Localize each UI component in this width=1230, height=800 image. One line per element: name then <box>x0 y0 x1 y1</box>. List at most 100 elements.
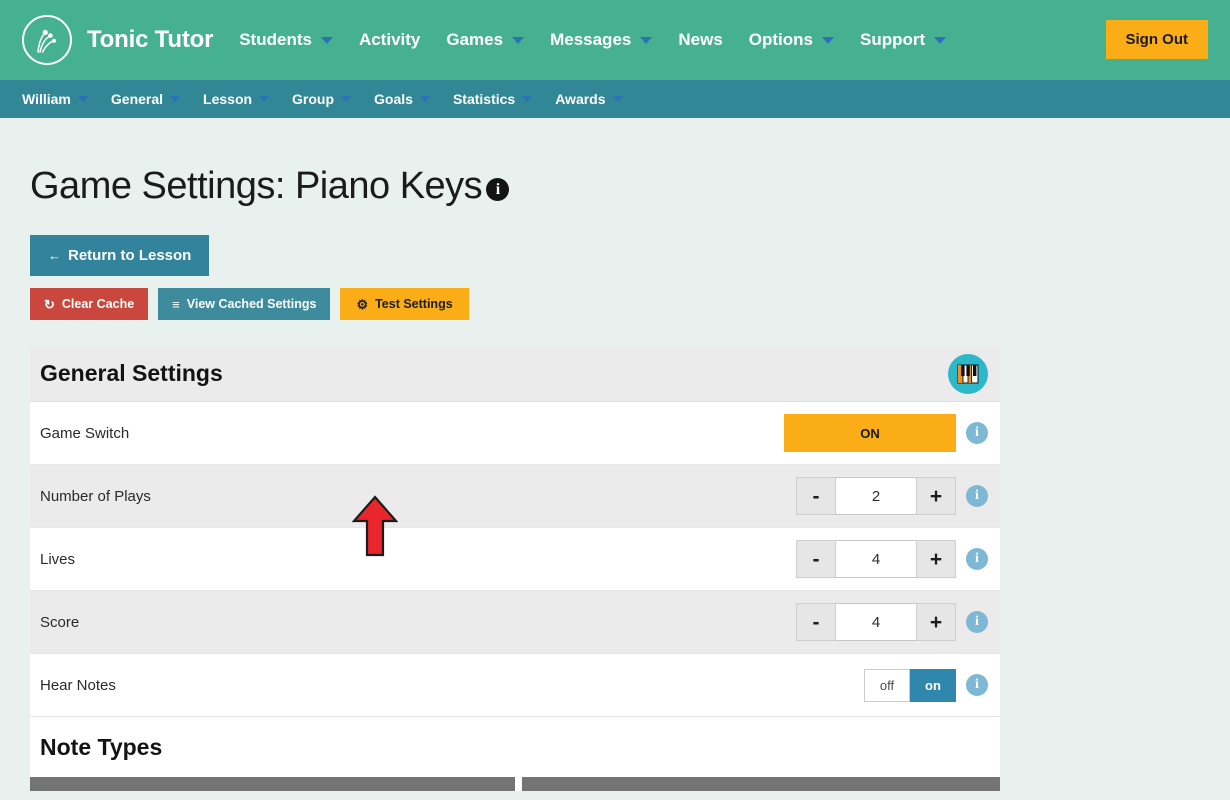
view-cached-settings-button[interactable]: ≡ View Cached Settings <box>158 288 331 320</box>
subnav-item-group[interactable]: Group <box>292 91 352 107</box>
info-icon[interactable]: i <box>966 548 988 570</box>
setting-score-row: Score - + i <box>30 591 1000 654</box>
setting-lives-row: Lives - + i <box>30 528 1000 591</box>
hear-notes-off-option[interactable]: off <box>864 668 910 702</box>
nav-item-news[interactable]: News <box>678 30 722 50</box>
chevron-down-icon <box>419 96 430 102</box>
increment-button[interactable]: + <box>916 477 956 515</box>
page-title: Game Settings: Piano Keys i <box>30 165 1200 208</box>
chevron-down-icon <box>320 36 333 44</box>
chevron-down-icon <box>259 96 270 102</box>
setting-label: Score <box>40 613 80 631</box>
arrow-left-icon: ← <box>48 248 61 263</box>
setting-number-of-plays-row: Number of Plays - + i <box>30 465 1000 528</box>
chevron-down-icon <box>640 36 653 44</box>
subnav-item-goals[interactable]: Goals <box>374 91 430 107</box>
game-switch-toggle-button[interactable]: ON <box>784 414 956 452</box>
score-stepper: - + <box>796 603 956 641</box>
setting-hear-notes-row: Hear Notes off on i <box>30 654 1000 717</box>
info-icon[interactable]: i <box>966 611 988 633</box>
increment-button[interactable]: + <box>916 540 956 578</box>
note-types-column-header-left <box>30 777 515 791</box>
subnav-label: Group <box>292 91 335 107</box>
setting-label: Lives <box>40 550 76 568</box>
subnav-item-general[interactable]: General <box>110 91 181 107</box>
nav-label: Students <box>239 30 312 49</box>
nav-item-activity[interactable]: Activity <box>359 30 420 50</box>
subnav-label: Awards <box>555 91 606 107</box>
note-types-column-header-right <box>522 777 1000 791</box>
setting-control: - + i <box>796 477 988 515</box>
page-title-text: Game Settings: Piano Keys <box>30 165 483 207</box>
increment-button[interactable]: + <box>916 603 956 641</box>
number-of-plays-stepper: - + <box>796 477 956 515</box>
decrement-button[interactable]: - <box>796 477 836 515</box>
subnav-label: Goals <box>374 91 413 107</box>
setting-control: - + i <box>796 540 988 578</box>
page-content: Game Settings: Piano Keys i ← Return to … <box>0 165 1230 791</box>
tonic-sprout-logo-icon[interactable] <box>22 15 72 65</box>
nav-item-games[interactable]: Games <box>446 30 525 50</box>
hear-notes-toggle: off on <box>864 668 956 702</box>
clear-cache-button[interactable]: ↻ Clear Cache <box>30 288 149 320</box>
decrement-button[interactable]: - <box>796 603 836 641</box>
setting-label: Game Switch <box>40 424 130 442</box>
chevron-down-icon <box>522 96 533 102</box>
clear-cache-label: Clear Cache <box>61 297 135 311</box>
setting-game-switch-row: Game Switch ON i <box>30 402 1000 465</box>
sign-out-button[interactable]: Sign Out <box>1105 20 1208 59</box>
lives-input[interactable] <box>836 540 916 578</box>
view-cached-settings-label: View Cached Settings <box>186 297 317 311</box>
score-input[interactable] <box>836 603 916 641</box>
nav-label: Options <box>748 30 813 49</box>
panel-header-title: General Settings <box>40 360 223 386</box>
test-settings-label: Test Settings <box>375 297 453 311</box>
info-icon[interactable]: i <box>966 422 988 444</box>
info-icon[interactable]: i <box>966 485 988 507</box>
piano-keys-icon[interactable] <box>948 353 988 394</box>
brand-title[interactable]: Tonic Tutor <box>87 26 213 54</box>
subnav-label: Statistics <box>452 91 516 107</box>
subnav-label: William <box>22 91 71 107</box>
action-button-row: ↻ Clear Cache ≡ View Cached Settings ⚙ T… <box>30 288 1200 320</box>
nav-label: Games <box>446 30 504 49</box>
subnav-item-william[interactable]: William <box>22 91 88 107</box>
note-types-column-headers <box>30 777 1000 791</box>
chevron-down-icon <box>612 96 623 102</box>
setting-control: ON i <box>784 414 988 452</box>
chevron-down-icon <box>934 36 947 44</box>
nav-item-students[interactable]: Students <box>239 30 333 50</box>
refresh-icon: ↻ <box>44 296 55 312</box>
chevron-down-icon <box>822 36 834 44</box>
nav-item-support[interactable]: Support <box>860 30 947 50</box>
chevron-down-icon <box>512 36 525 44</box>
nav-item-messages[interactable]: Messages <box>550 30 653 50</box>
test-settings-button[interactable]: ⚙ Test Settings <box>340 288 469 320</box>
panel-header: General Settings <box>30 346 1000 402</box>
note-types-section-header: Note Types <box>30 717 1000 777</box>
subnav-item-lesson[interactable]: Lesson <box>203 91 270 107</box>
nav-label: Activity <box>358 30 421 49</box>
general-settings-panel: General Settings Game Switch ON i Number… <box>30 346 1000 791</box>
nav-item-options[interactable]: Options <box>749 30 834 50</box>
setting-label: Hear Notes <box>40 676 116 694</box>
gear-icon: ⚙ <box>356 296 369 312</box>
hamburger-icon: ≡ <box>172 296 180 312</box>
info-icon[interactable]: i <box>966 674 988 696</box>
number-of-plays-input[interactable] <box>836 477 916 515</box>
sub-navigation-bar: William General Lesson Group Goals Stati… <box>0 80 1230 118</box>
subnav-label: General <box>110 91 164 107</box>
subnav-item-statistics[interactable]: Statistics <box>452 91 533 107</box>
note-types-title: Note Types <box>40 733 163 760</box>
nav-label: Messages <box>550 30 632 49</box>
return-to-lesson-button[interactable]: ← Return to Lesson <box>30 235 210 276</box>
subnav-item-awards[interactable]: Awards <box>555 91 623 107</box>
info-icon[interactable]: i <box>486 178 510 201</box>
top-nav-items: Students Activity Games Messages News Op… <box>239 30 972 50</box>
hear-notes-on-option[interactable]: on <box>910 668 956 702</box>
nav-label: News <box>678 30 723 49</box>
chevron-down-icon <box>170 96 181 102</box>
setting-control: off on i <box>864 668 988 702</box>
chevron-down-icon <box>341 96 352 102</box>
decrement-button[interactable]: - <box>796 540 836 578</box>
